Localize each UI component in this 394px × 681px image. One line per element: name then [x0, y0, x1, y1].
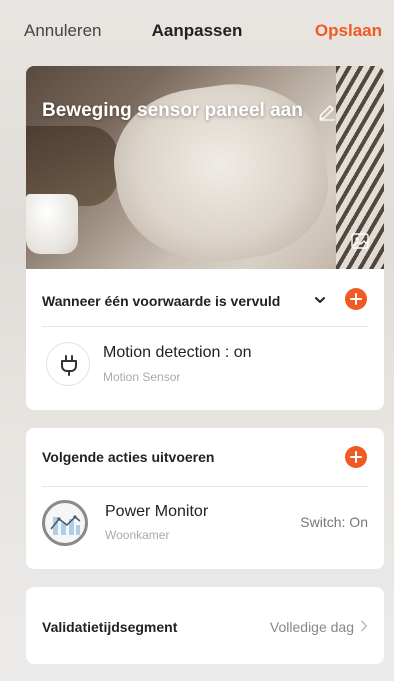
condition-subtitle: Motion Sensor: [103, 370, 181, 384]
action-subtitle: Woonkamer: [105, 528, 170, 542]
action-item[interactable]: Power Monitor Woonkamer Switch: On: [26, 487, 384, 567]
save-button[interactable]: Opslaan: [315, 21, 382, 41]
validity-label: Validatietijdsegment: [42, 619, 178, 635]
pencil-icon[interactable]: [317, 102, 337, 122]
condition-item[interactable]: Motion detection : on Motion Sensor: [26, 327, 384, 397]
image-icon[interactable]: [350, 231, 370, 251]
chevron-right-icon: [360, 620, 368, 632]
validity-value: Volledige dag: [269, 619, 354, 635]
cover-mug-shape: [26, 194, 78, 254]
actions-card: Volgende acties uitvoeren Power Monitor …: [26, 428, 384, 569]
condition-title: Motion detection : on: [103, 344, 252, 361]
top-bar: Annuleren Aanpassen Opslaan: [0, 0, 394, 64]
action-icon-circle: [42, 500, 88, 546]
condition-icon-circle: [46, 342, 90, 386]
scene-cover-image[interactable]: Beweging sensor paneel aan: [26, 66, 384, 275]
add-action-button[interactable]: [345, 446, 367, 468]
conditions-mode-label[interactable]: Wanneer één voorwaarde is vervuld: [42, 293, 280, 309]
power-monitor-icon: [50, 515, 81, 535]
plug-icon: [61, 355, 77, 376]
chevron-down-icon[interactable]: [314, 294, 326, 306]
add-condition-button[interactable]: [345, 288, 367, 310]
validity-card[interactable]: Validatietijdsegment Volledige dag: [26, 587, 384, 664]
scene-card: Beweging sensor paneel aan Wanneer één v…: [26, 66, 384, 410]
actions-header-label: Volgende acties uitvoeren: [42, 449, 215, 465]
action-title: Power Monitor: [105, 503, 209, 520]
action-state: Switch: On: [300, 514, 368, 530]
scene-name[interactable]: Beweging sensor paneel aan: [42, 100, 303, 122]
conditions-header[interactable]: Wanneer één voorwaarde is vervuld: [42, 282, 368, 322]
